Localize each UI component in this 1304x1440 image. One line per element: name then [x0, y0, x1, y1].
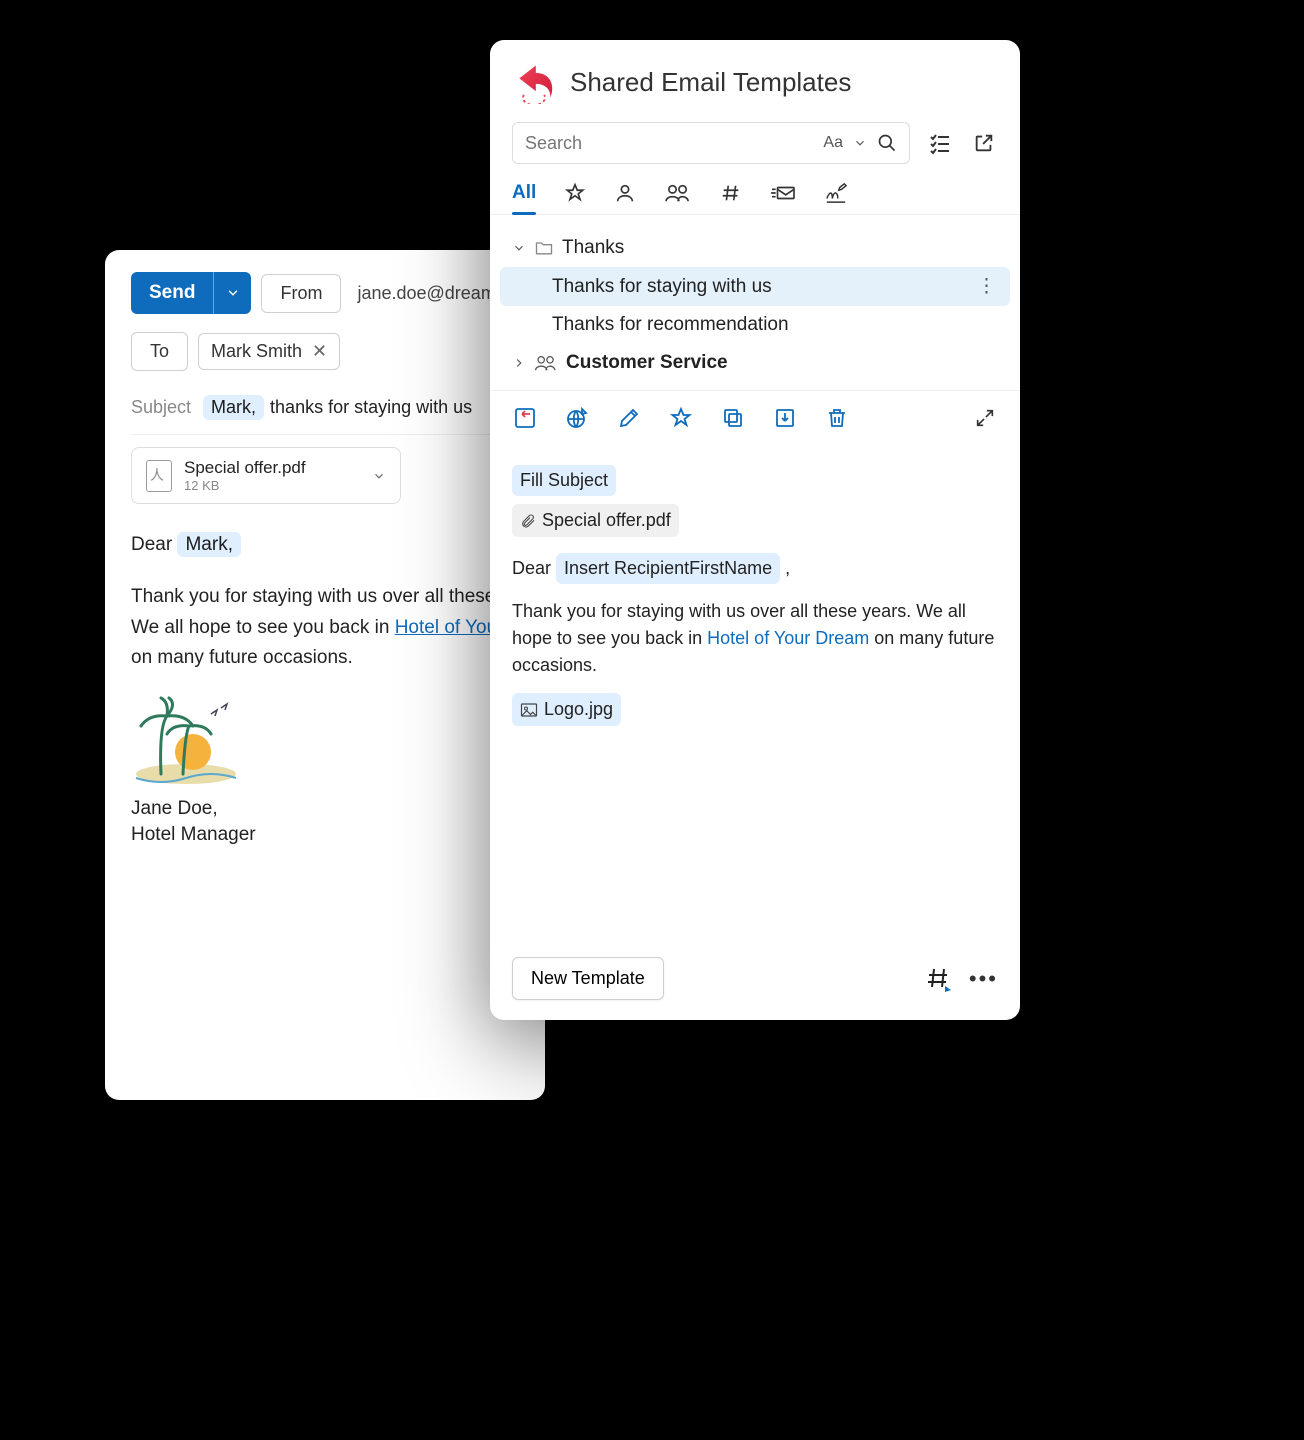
copy-icon[interactable] — [720, 405, 746, 431]
subject-rest: thanks for staying with us — [270, 397, 472, 418]
send-button[interactable]: Send — [131, 272, 251, 314]
chevron-right-icon — [512, 356, 526, 370]
chevron-down-icon[interactable] — [853, 136, 867, 150]
logo-token-pill[interactable]: Logo.jpg — [512, 693, 621, 726]
template-item-selected[interactable]: Thanks for staying with us ⋮ — [500, 267, 1010, 306]
attachment-name: Special offer.pdf — [184, 458, 306, 478]
favorite-icon[interactable] — [668, 405, 694, 431]
folder-row-customer-service[interactable]: Customer Service — [500, 344, 1010, 382]
template-item-label: Thanks for recommendation — [552, 314, 789, 336]
logo-image — [131, 696, 241, 786]
preview-para-1a: Thank you for staying with us over all t… — [512, 601, 911, 621]
body-line-2-prefix: We all hope to see you back in — [131, 617, 389, 638]
more-icon[interactable]: ⋮ — [977, 275, 998, 298]
tab-signatures[interactable] — [824, 182, 848, 214]
body-line-1: Thank you for staying with us over all t… — [131, 586, 495, 607]
folder-row-thanks[interactable]: Thanks — [500, 229, 1010, 267]
subject-highlight: Mark, — [203, 395, 264, 420]
attachment-size: 12 KB — [184, 478, 306, 493]
hash-icon — [720, 182, 742, 204]
more-icon[interactable]: ••• — [969, 966, 998, 992]
tab-favorites[interactable] — [564, 182, 586, 214]
signature-name: Jane Doe, — [131, 796, 519, 823]
preview-greeting-prefix: Dear — [512, 558, 551, 578]
paperclip-icon — [520, 513, 536, 529]
expand-icon[interactable] — [972, 405, 998, 431]
signature-title: Hotel Manager — [131, 822, 519, 849]
panel-title: Shared Email Templates — [570, 67, 851, 98]
preview-attachment-name: Special offer.pdf — [542, 507, 671, 534]
font-size-label[interactable]: Aa — [823, 134, 843, 152]
to-button[interactable]: To — [131, 332, 188, 371]
web-edit-icon[interactable] — [564, 405, 590, 431]
image-icon — [520, 702, 538, 718]
tab-all[interactable]: All — [512, 182, 536, 214]
preview-greeting-suffix: , — [785, 558, 790, 578]
fill-subject-pill[interactable]: Fill Subject — [512, 465, 616, 496]
logo-token-label: Logo.jpg — [544, 696, 613, 723]
recipient-chip[interactable]: Mark Smith ✕ — [198, 333, 340, 370]
recipient-name: Mark Smith — [211, 341, 302, 362]
search-input[interactable]: Aa — [512, 122, 910, 164]
tab-personal[interactable] — [614, 182, 636, 214]
tab-team[interactable] — [664, 182, 692, 214]
chevron-down-icon — [512, 241, 526, 255]
person-icon — [614, 182, 636, 204]
folder-label: Thanks — [562, 237, 624, 259]
send-dropdown-caret[interactable] — [213, 272, 251, 314]
chevron-down-icon — [372, 469, 386, 483]
from-button[interactable]: From — [261, 274, 341, 313]
search-field[interactable] — [525, 133, 813, 154]
folder-label: Customer Service — [566, 352, 728, 374]
tab-quicksend[interactable] — [770, 182, 796, 214]
insert-icon[interactable] — [512, 405, 538, 431]
chevron-down-icon — [226, 286, 240, 300]
template-item-label: Thanks for staying with us — [552, 276, 772, 298]
compose-window: Send From jane.doe@dream To Mark Smith ✕… — [105, 250, 545, 1100]
from-email-text: jane.doe@dream — [357, 283, 495, 304]
subject-label: Subject — [131, 397, 191, 418]
pdf-icon — [146, 460, 172, 492]
send-mail-icon — [770, 182, 796, 204]
delete-icon[interactable] — [824, 405, 850, 431]
edit-icon[interactable] — [616, 405, 642, 431]
tab-tags[interactable] — [720, 182, 742, 214]
new-template-button[interactable]: New Template — [512, 957, 664, 1000]
search-icon[interactable] — [877, 133, 897, 153]
send-button-label: Send — [131, 282, 213, 304]
subject-input[interactable]: Mark, thanks for staying with us — [203, 395, 472, 420]
template-preview: Fill Subject Special offer.pdf Dear Inse… — [490, 445, 1020, 941]
body-line-3: on many future occasions. — [131, 647, 353, 668]
attachment-menu-caret[interactable] — [372, 469, 386, 483]
preview-hotel-link[interactable]: Hotel of Your Dream — [707, 628, 869, 648]
hotel-link[interactable]: Hotel of You — [395, 617, 497, 638]
people-icon — [534, 353, 558, 373]
hashtag-macro-icon[interactable] — [925, 966, 953, 992]
greeting-prefix: Dear — [131, 534, 172, 555]
preview-attachment-pill[interactable]: Special offer.pdf — [512, 504, 679, 537]
import-icon[interactable] — [772, 405, 798, 431]
greeting-highlight: Mark, — [177, 532, 241, 557]
people-icon — [664, 182, 692, 204]
template-item[interactable]: Thanks for recommendation — [500, 306, 1010, 344]
email-body[interactable]: Dear Mark, Thank you for staying with us… — [131, 530, 519, 849]
attachment-card[interactable]: Special offer.pdf 12 KB — [131, 447, 401, 504]
star-icon — [564, 182, 586, 204]
brand-reply-icon — [512, 60, 556, 104]
close-icon[interactable]: ✕ — [312, 341, 327, 362]
templates-panel: Shared Email Templates Aa All — [490, 40, 1020, 1020]
folder-icon — [534, 238, 554, 258]
recipient-token-pill[interactable]: Insert RecipientFirstName — [556, 553, 780, 584]
checklist-icon[interactable] — [926, 129, 954, 157]
signature-icon — [824, 182, 848, 204]
external-link-icon[interactable] — [970, 129, 998, 157]
